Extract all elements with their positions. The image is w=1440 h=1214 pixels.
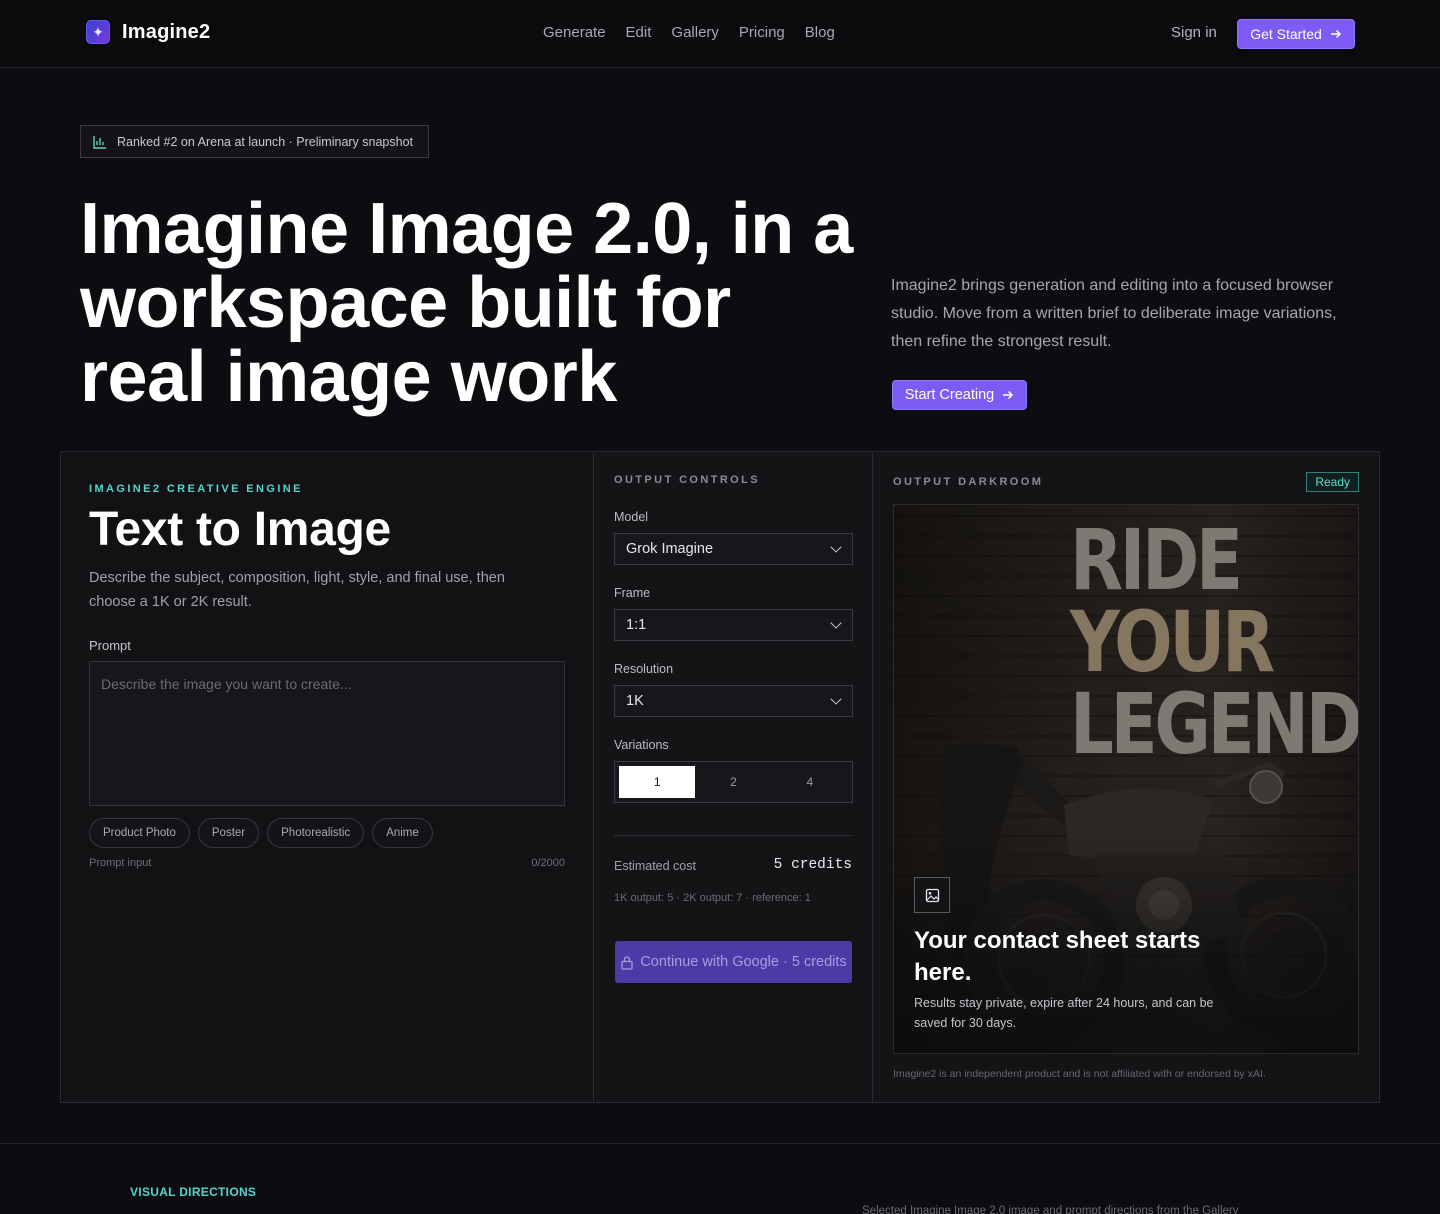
- chip-poster[interactable]: Poster: [197, 818, 260, 848]
- brand-logo-link[interactable]: ✦ Imagine2: [86, 20, 210, 44]
- get-started-label: Get Started: [1250, 26, 1322, 42]
- start-creating-button[interactable]: Start Creating: [892, 380, 1027, 410]
- variation-option-2[interactable]: 2: [695, 766, 771, 798]
- darkroom-eyebrow: OUTPUT DARKROOM: [893, 476, 1044, 488]
- chevron-down-icon: [830, 616, 842, 629]
- resolution-value: 1K: [626, 693, 644, 709]
- chip-product-photo[interactable]: Product Photo: [89, 818, 190, 848]
- top-navigation-bar: ✦ Imagine2 Generate Edit Gallery Pricing…: [0, 0, 1440, 68]
- frame-label: Frame: [614, 586, 651, 600]
- frame-select[interactable]: 1:1: [614, 609, 853, 641]
- start-creating-label: Start Creating: [904, 387, 995, 403]
- sign-in-link[interactable]: Sign in: [1171, 24, 1217, 41]
- estimated-cost-value: 5 credits: [773, 857, 852, 873]
- prompt-hint: Prompt input: [89, 857, 152, 869]
- nav-link-gallery[interactable]: Gallery: [671, 24, 719, 41]
- sparkle-logo-icon: ✦: [86, 20, 110, 44]
- divider: [614, 835, 853, 836]
- chevron-down-icon: [830, 540, 842, 553]
- arena-rank-badge: Ranked #2 on Arena at launch · Prelimina…: [80, 125, 429, 158]
- variations-label: Variations: [614, 738, 669, 752]
- chip-anime[interactable]: Anime: [372, 818, 433, 848]
- gallery-note: Selected Imagine Image 2.0 image and pro…: [862, 1205, 1239, 1214]
- brand-name: Imagine2: [122, 20, 211, 43]
- prompt-panel: IMAGINE2 CREATIVE ENGINE Text to Image D…: [61, 452, 593, 1102]
- variation-option-1[interactable]: 1: [619, 766, 696, 798]
- arrow-right-icon: [1330, 29, 1341, 39]
- output-darkroom-panel: OUTPUT DARKROOM Ready RIDE YOUR LEGEND Y…: [873, 452, 1379, 1102]
- panel-description: Describe the subject, composition, light…: [89, 570, 505, 610]
- poster-line-2: YOUR: [1070, 593, 1275, 691]
- main-nav: Generate Edit Gallery Pricing Blog: [543, 24, 835, 41]
- chevron-down-icon: [830, 692, 842, 705]
- estimated-cost-label: Estimated cost: [614, 859, 696, 873]
- prompt-textarea[interactable]: [89, 661, 565, 806]
- output-controls-panel: OUTPUT CONTROLS Model Grok Imagine Frame…: [593, 452, 873, 1102]
- lock-icon: [621, 955, 633, 970]
- hero-title: Imagine Image 2.0, in a workspace built …: [80, 189, 853, 417]
- poster-line-1: RIDE: [1070, 511, 1243, 609]
- panel-title: Text to Image: [89, 503, 391, 556]
- affiliation-disclaimer: Imagine2 is an independent product and i…: [893, 1068, 1266, 1080]
- nav-link-edit[interactable]: Edit: [626, 24, 652, 41]
- nav-link-pricing[interactable]: Pricing: [739, 24, 785, 41]
- hero-subtitle: Imagine2 brings generation and editing i…: [891, 277, 1337, 350]
- creative-workspace: IMAGINE2 CREATIVE ENGINE Text to Image D…: [60, 451, 1380, 1103]
- cost-breakdown: 1K output: 5 · 2K output: 7 · reference:…: [614, 892, 811, 904]
- chip-photorealistic[interactable]: Photorealistic: [267, 818, 365, 848]
- poster-headline: RIDE YOUR LEGEND: [1070, 511, 1358, 766]
- controls-eyebrow: OUTPUT CONTROLS: [614, 474, 760, 486]
- contact-sheet-subtitle: Results stay private, expire after 24 ho…: [914, 996, 1214, 1030]
- model-value: Grok Imagine: [626, 541, 714, 557]
- frame-value: 1:1: [626, 617, 647, 633]
- visual-directions-eyebrow: VISUAL DIRECTIONS: [130, 1185, 257, 1199]
- model-select[interactable]: Grok Imagine: [614, 533, 853, 565]
- prompt-label: Prompt: [89, 638, 131, 653]
- image-icon-button[interactable]: [914, 877, 950, 913]
- prompt-meta: Prompt input 0/2000: [89, 857, 565, 869]
- preview-image: RIDE YOUR LEGEND Your contact sheet star…: [893, 504, 1359, 1054]
- variation-option-4[interactable]: 4: [772, 766, 848, 798]
- nav-link-generate[interactable]: Generate: [543, 24, 606, 41]
- arrow-right-icon: [1003, 390, 1014, 400]
- contact-sheet-title: Your contact sheet starts here.: [914, 927, 1201, 986]
- get-started-button[interactable]: Get Started: [1237, 19, 1355, 49]
- variations-toggle-group: 1 2 4: [614, 761, 853, 803]
- engine-eyebrow: IMAGINE2 CREATIVE ENGINE: [89, 483, 303, 495]
- section-divider: [0, 1143, 1440, 1144]
- image-icon: [925, 888, 939, 902]
- continue-label: Continue with Google · 5 credits: [640, 954, 847, 970]
- style-chips: Product Photo Poster Photorealistic Anim…: [89, 818, 433, 848]
- char-count: 0/2000: [531, 857, 565, 869]
- status-badge: Ready: [1306, 472, 1359, 492]
- resolution-label: Resolution: [614, 662, 674, 676]
- bar-chart-icon: [93, 135, 106, 149]
- nav-link-blog[interactable]: Blog: [805, 24, 835, 41]
- model-label: Model: [614, 510, 649, 524]
- continue-with-google-button[interactable]: Continue with Google · 5 credits: [615, 941, 852, 983]
- resolution-select[interactable]: 1K: [614, 685, 853, 717]
- arena-rank-text: Ranked #2 on Arena at launch · Prelimina…: [117, 134, 414, 149]
